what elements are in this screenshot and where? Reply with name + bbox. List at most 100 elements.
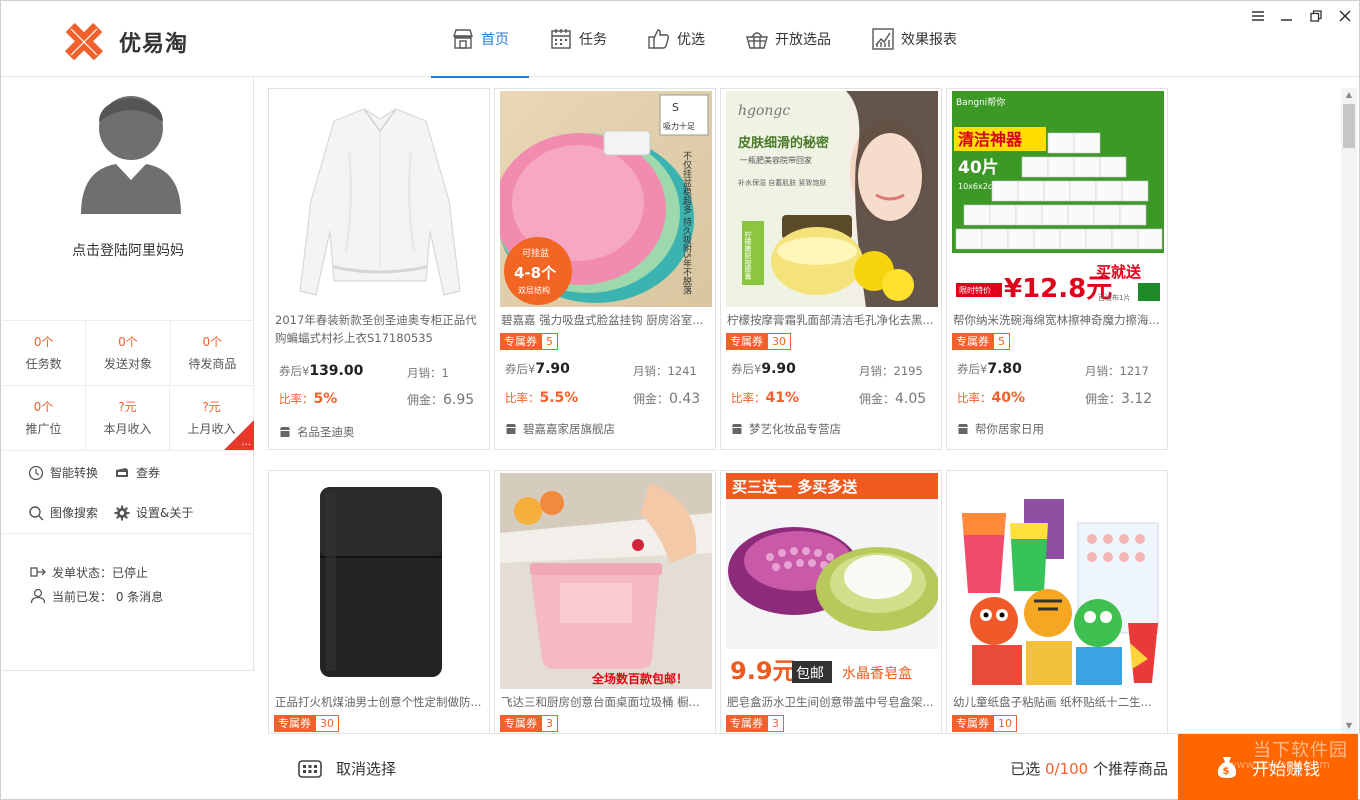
product-title: 飞达三和厨房创意台面桌面垃圾桶 橱... [501,695,700,709]
product-card[interactable]: 买三送一 多买多送 9.9元 包邮 水晶香皂盒 肥皂盒沥水卫生间创意带盖中号皂盒… [720,470,942,733]
coupon-badge[interactable]: 专属券 3 [500,715,558,732]
coupon-amount: 30 [315,715,339,732]
rate-value: 40% [991,390,1026,406]
product-title: 碧嘉嘉 强力吸盘式脸盆挂钩 厨房浴室... [501,313,704,327]
start-earning-button[interactable]: 当下软件园 www.downxia.com $ 开始赚钱 [1178,734,1358,800]
coupon-tag: 专属券 [952,715,993,732]
shop-name: 碧嘉嘉家居旗舰店 [523,422,615,436]
close-icon[interactable] [1330,1,1359,31]
tab-tasks[interactable]: 任务 [529,1,627,77]
more-dots-icon: ... [241,437,251,448]
settings-about-button[interactable]: 设置&关于 [114,504,193,521]
coupon-badge[interactable]: 专属券 5 [952,333,1010,350]
stat-month-income[interactable]: ?元 本月收入 [86,386,170,450]
selected-count-value: 0/100 [1044,760,1089,778]
cancel-selection-button[interactable]: 取消选择 [298,758,396,779]
coupon-badge[interactable]: 专属券 30 [726,333,791,350]
window-controls [1243,1,1359,31]
coupon-badge[interactable]: 专属券 5 [500,333,558,350]
stat-promo-slots[interactable]: 0个 推广位 [2,386,86,450]
shop-row[interactable]: 碧嘉嘉家居旗舰店 [505,421,615,437]
login-prompt[interactable]: 点击登陆阿里妈妈 [2,240,254,260]
stat-pending-goods[interactable]: 0个 待发商品 [171,321,254,385]
sent-count: 当前已发： 0 条消息 [30,584,163,608]
product-card[interactable]: 正品打火机煤油男士创意个性定制做防... 专属券 30 [268,470,490,733]
watermark-url: www.downxia.com [1227,758,1330,771]
scroll-up-icon[interactable]: ▲ [1341,88,1357,102]
rate-row: 比率：40% 佣金：3.12 [957,390,1157,407]
tab-open-selection[interactable]: 开放选品 [725,1,851,77]
commission: 佣金：0.43 [633,390,700,407]
product-image: S 吸力十足 不仅挂盆稳超多 持久吸附5年不脱落 可挂盆 4-8个 双层结构 [500,91,712,307]
image-search-button[interactable]: 图像搜索 [28,504,98,521]
tool-label: 图像搜索 [50,506,99,520]
coupon-tag: 专属券 [500,333,541,350]
coupon-badge[interactable]: 专属券 3 [726,715,784,732]
menu-icon[interactable] [1243,1,1272,31]
product-grid: 2017年春装新款圣创圣迪奥专柜正品代购蝙蝠式村衫上衣S17180535 券后¥… [268,88,1343,733]
shop-name: 名品圣迪奥 [297,425,355,439]
selected-suffix: 个推荐商品 [1088,760,1168,778]
product-card[interactable]: 2017年春装新款圣创圣迪奥专柜正品代购蝙蝠式村衫上衣S17180535 券后¥… [268,88,490,450]
product-title: 正品打火机煤油男士创意个性定制做防... [275,695,482,709]
rate-row: 比率：5% 佣金：6.95 [279,391,479,408]
restore-icon[interactable] [1301,1,1330,31]
tab-featured[interactable]: 优选 [627,1,725,77]
shop-row[interactable]: 帮你居家日用 [957,421,1044,437]
stat-label: 任务数 [25,357,62,371]
p4-limit: 限时特价 [959,285,991,295]
tab-home[interactable]: 首页 [431,1,529,78]
product-card[interactable]: Bangni帮你 清洁神器 40片 10x6x2cm 限时特价 ¥12.8元 买… [946,88,1168,450]
minimize-icon[interactable] [1272,1,1301,31]
avatar[interactable] [78,90,184,214]
smart-convert-button[interactable]: 智能转换 [28,464,98,481]
product-card[interactable]: 幼儿童纸盘子粘贴画 纸杯贴纸十二生... 专属券 10 [946,470,1168,733]
tab-reports[interactable]: 效果报表 [851,1,977,77]
monthly-sales: 月销：1217 [1085,364,1149,378]
stat-send-targets[interactable]: 0个 发送对象 [86,321,171,385]
rate-value: 41% [765,390,800,406]
vertical-scrollbar[interactable]: ▲ ▼ [1341,88,1357,733]
coupon-tag: 专属券 [952,333,993,350]
commission-label: 佣金： [859,392,896,406]
price-row: 券后¥7.80 月销：1217 [957,361,1157,378]
p4-gift: 百洁布1片 [1098,293,1130,302]
commission-value: 0.43 [669,391,701,407]
tool-label: 查券 [136,466,161,480]
gear-icon [114,505,130,521]
top-header: 优易淘 首页 任务 优选 开放选品 效果报表 [1,1,1359,78]
shop-icon [957,423,969,435]
shop-row[interactable]: 梦艺化妆品专营店 [731,421,841,437]
app-logo: 优易淘 [61,19,188,65]
price-row: 券后¥139.00 月销：1 [279,363,479,380]
p2-brand-text: 吸力十足 [663,121,695,131]
product-card[interactable]: hgongc 皮肤细滑的秘密 一瓶肥美容院带回家 补水保湿 自蓄肌肤 紧致饱肤 … [720,88,942,450]
price-label: 券后¥ [731,362,762,376]
tool-label: 设置&关于 [136,506,194,520]
price-row: 券后¥7.90 月销：1241 [505,361,705,378]
user-sidebar: 点击登陆阿里妈妈 0个 任务数 0个 发送对象 0个 待发商品 0个 推广位 ?… [2,78,254,671]
coupon-badge[interactable]: 专属券 10 [952,715,1017,732]
check-coupon-button[interactable]: 查券 [114,464,160,481]
calendar-icon [549,27,573,51]
coupon-amount: 30 [767,333,791,350]
product-card[interactable]: S 吸力十足 不仅挂盆稳超多 持久吸附5年不脱落 可挂盆 4-8个 双层结构 碧… [494,88,716,450]
product-image: 全场数百款包邮！ [500,473,712,689]
p4-title: 清洁神器 [958,130,1023,149]
shop-name: 梦艺化妆品专营店 [749,422,841,436]
status-area: 发单状态：已停止 当前已发： 0 条消息 [30,560,163,608]
scroll-thumb[interactable] [1343,104,1355,148]
shop-row[interactable]: 名品圣迪奥 [279,424,355,440]
coupon-badge[interactable]: 专属券 30 [274,715,339,732]
selected-count: 已选 0/100 个推荐商品 [1010,758,1168,779]
price-label: 券后¥ [279,364,310,378]
product-image: hgongc 皮肤细滑的秘密 一瓶肥美容院带回家 补水保湿 自蓄肌肤 紧致饱肤 … [726,91,938,307]
p3-brand-text: hgongc [738,103,790,119]
send-state-text: 发单状态：已停止 [52,565,149,580]
product-card[interactable]: 全场数百款包邮！ 飞达三和厨房创意台面桌面垃圾桶 橱... 专属券 3 [494,470,716,733]
commission-value: 4.05 [895,391,927,407]
stat-value: 0个 [118,335,138,349]
scroll-down-icon[interactable]: ▼ [1341,719,1357,733]
stat-task-count[interactable]: 0个 任务数 [2,321,87,385]
commission: 佣金：3.12 [1085,390,1152,407]
